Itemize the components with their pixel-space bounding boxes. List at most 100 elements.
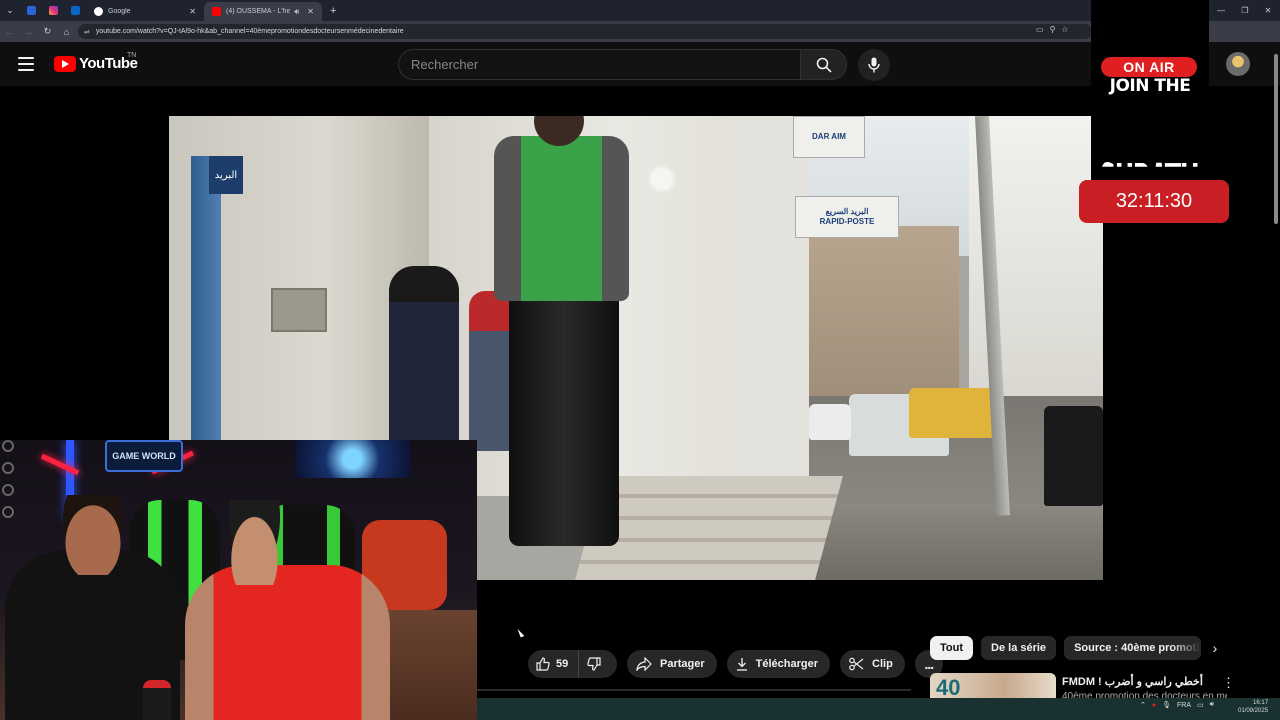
youtube-icon <box>212 7 221 16</box>
streamer-right-body <box>185 565 390 720</box>
omnibox-actions: ▭ ⚲ ☆ <box>1036 25 1069 34</box>
chip-series[interactable]: De la série <box>981 636 1057 660</box>
wall-led-panel <box>2 440 16 520</box>
wall-screen <box>295 440 410 478</box>
video-car <box>1044 406 1103 506</box>
more-vertical-icon[interactable]: ⋮ <box>1222 675 1235 691</box>
streamer-right-head <box>222 500 287 585</box>
pinned-tab-bluesky[interactable] <box>20 0 42 21</box>
video-sign-top: DAR AIM <box>793 116 865 158</box>
video-person-woman <box>389 266 459 446</box>
address-bar[interactable]: ⇌ youtube.com/watch?v=QJ-tAl9o-hk&ab_cha… <box>78 24 1092 39</box>
page-scrollbar[interactable] <box>1272 44 1280 694</box>
video-car <box>809 404 851 440</box>
scissors-icon <box>849 657 864 671</box>
volume-icon[interactable]: 🔊︎ <box>1210 701 1214 709</box>
join-the-text: JOIN THE <box>1109 76 1191 96</box>
webcam-overlay: GAME WORLD <box>0 440 477 720</box>
related-filter-chips: Tout De la série Source : 40ème promotio… <box>930 636 1202 660</box>
forward-icon[interactable]: → <box>19 21 38 42</box>
tab-title: Google <box>108 8 131 15</box>
back-icon[interactable]: ← <box>0 21 19 42</box>
chevron-up-icon[interactable]: ⌃ <box>1140 701 1146 709</box>
video-scene-lamp <box>651 168 673 190</box>
download-icon <box>736 658 747 671</box>
subathon-text: SUBATHON <box>1099 94 1201 167</box>
browser-tab-bar: ⌄ Google ✕ (4) OUSSEMA - L'histoire d 🔊︎… <box>0 0 1280 21</box>
youtube-logo[interactable]: YouTube <box>54 55 138 72</box>
search-icon <box>816 57 832 73</box>
share-icon <box>636 657 652 671</box>
sign-latin: RAPID-POSTE <box>819 217 875 226</box>
video-scene-wall-right <box>729 116 809 506</box>
youtube-play-icon <box>54 55 76 72</box>
url-text: youtube.com/watch?v=QJ-tAl9o-hk&ab_chann… <box>95 28 404 35</box>
dislike-button[interactable] <box>579 650 609 678</box>
video-car <box>909 388 999 438</box>
video-sign-blue: البريد <box>209 156 243 194</box>
bottle <box>143 680 171 720</box>
bluesky-icon <box>26 6 36 15</box>
tab-youtube[interactable]: (4) OUSSEMA - L'histoire d 🔊︎ ✕ <box>204 2 322 21</box>
reload-icon[interactable]: ↻ <box>38 21 57 42</box>
video-plaque <box>271 288 327 332</box>
search-input[interactable] <box>399 50 800 79</box>
linkedin-icon <box>70 6 80 15</box>
video-person-man <box>469 291 513 451</box>
video-main-person-jacket <box>494 136 629 301</box>
instagram-icon <box>48 6 58 15</box>
speaker-icon[interactable]: 🔊︎ <box>294 7 299 17</box>
thumbs-up-icon <box>536 657 550 671</box>
pinned-tab-instagram[interactable] <box>42 0 64 21</box>
cast-icon[interactable]: ▭ <box>1036 25 1044 34</box>
taskbar-clock[interactable]: 16:17 01/09/2025 <box>1238 700 1268 716</box>
download-button[interactable]: Télécharger <box>726 650 831 678</box>
maximize-icon[interactable]: ❐ <box>1234 0 1256 21</box>
minimize-icon[interactable]: — <box>1210 0 1232 21</box>
search-button[interactable] <box>800 49 847 80</box>
menu-icon[interactable] <box>18 57 34 71</box>
video-scene-door <box>191 156 221 456</box>
share-button[interactable]: Partager <box>627 650 717 678</box>
clock-date: 01/09/2025 <box>1238 707 1269 714</box>
zoom-icon[interactable]: ⚲ <box>1050 25 1056 34</box>
tab-search-icon[interactable]: ⌄ <box>0 0 20 21</box>
new-tab-plus-icon[interactable]: + <box>322 5 344 17</box>
microphone-tray-icon[interactable]: 🎙︎ <box>1162 701 1171 709</box>
like-dislike-group: 59 <box>528 650 617 678</box>
clip-label: Clip <box>872 658 893 670</box>
like-count: 59 <box>556 658 569 670</box>
language-indicator[interactable]: FRA <box>1177 702 1191 709</box>
close-icon[interactable]: ✕ <box>189 7 196 16</box>
network-icon[interactable]: ▭ <box>1197 701 1204 709</box>
share-label: Partager <box>660 658 705 670</box>
mouse-cursor <box>517 627 525 638</box>
on-air-badge: ON AIR <box>1101 57 1197 77</box>
window-close-icon[interactable]: ✕ <box>1257 0 1279 21</box>
chip-source[interactable]: Source : 40ème promotion d <box>1064 636 1202 660</box>
video-sign-rapid-poste: البريد السريع RAPID-POSTE <box>795 196 899 238</box>
video-main-person-legs <box>509 296 619 546</box>
video-actions: 59 Partager Télécharger Clip ... <box>528 650 943 678</box>
system-tray: ⌃ ● 🎙︎ FRA ▭ 🔊︎ <box>1140 701 1214 709</box>
chip-all[interactable]: Tout <box>930 636 974 660</box>
like-button[interactable]: 59 <box>528 650 580 678</box>
subathon-timer: 32:11:30 <box>1079 180 1229 223</box>
scrollbar-thumb[interactable] <box>1274 54 1278 224</box>
pinned-tab-linkedin[interactable] <box>64 0 86 21</box>
voice-search-button[interactable] <box>858 49 890 81</box>
sign-arabic: البريد السريع <box>825 207 869 217</box>
close-icon[interactable]: ✕ <box>307 7 314 16</box>
site-info-icon[interactable]: ⇌ <box>84 28 90 36</box>
record-icon: ● <box>1151 701 1157 709</box>
thumbs-down-icon <box>587 657 601 671</box>
search-box <box>398 49 800 80</box>
bookmark-star-icon[interactable]: ☆ <box>1061 25 1068 34</box>
recommendation-title[interactable]: FMDM ! أخطي راسي و أضرب <box>1062 675 1203 688</box>
divider <box>477 689 911 691</box>
home-icon[interactable]: ⌂ <box>57 21 76 42</box>
chevron-right-icon[interactable]: › <box>1206 639 1224 657</box>
tab-google[interactable]: Google ✕ <box>86 2 204 21</box>
clip-button[interactable]: Clip <box>840 650 905 678</box>
avatar[interactable] <box>1226 52 1250 76</box>
